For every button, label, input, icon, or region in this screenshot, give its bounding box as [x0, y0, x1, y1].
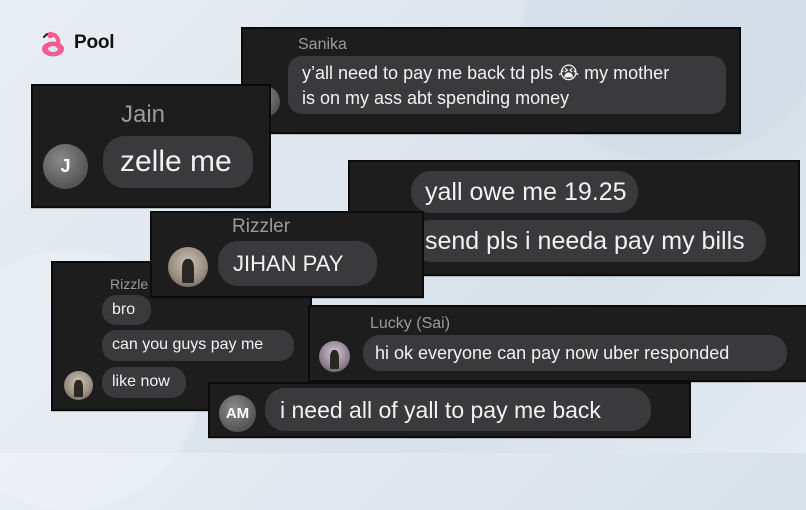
message-bubble[interactable]: bro: [102, 295, 151, 325]
message-text-line: is on my ass abt spending money: [302, 88, 570, 108]
message-bubble[interactable]: can you guys pay me: [102, 330, 294, 361]
message-bubble[interactable]: hi ok everyone can pay now uber responde…: [363, 335, 787, 371]
message-bubble[interactable]: y’all need to pay me back td pls 😭 my mo…: [288, 56, 726, 114]
flamingo-float-icon: [42, 31, 64, 57]
message-bubble[interactable]: i need all of yall to pay me back: [265, 388, 651, 431]
message-bubble[interactable]: like now: [102, 367, 186, 398]
avatar-initials: J: [60, 156, 71, 176]
chat-card-am: AM i need all of yall to pay me back: [208, 382, 691, 438]
message-text: yall owe me 19.25: [425, 178, 627, 206]
chat-card-lucky: Lucky (Sai) hi ok everyone can pay now u…: [308, 305, 806, 382]
message-bubble[interactable]: zelle me: [103, 136, 253, 188]
brand-name: Pool: [74, 32, 115, 53]
message-text: like now: [112, 373, 170, 390]
message-bubble[interactable]: JIHAN PAY: [218, 241, 377, 286]
message-text-line: y’all need to pay me back td pls 😭 my mo…: [302, 63, 670, 83]
avatar: [64, 371, 93, 400]
message-text: zelle me: [120, 145, 232, 178]
sender-name: Rizzle: [110, 276, 149, 292]
brand-logo[interactable]: Pool: [40, 28, 115, 58]
chat-card-rizzler: Rizzler JIHAN PAY: [150, 211, 424, 298]
avatar: [168, 247, 208, 287]
chat-card-sanika: Sanika S y’all need to pay me back td pl…: [241, 27, 741, 134]
message-text: bro: [112, 301, 136, 318]
message-text: send pls i needa pay my bills: [425, 227, 745, 255]
sender-name: Sanika: [298, 36, 347, 53]
avatar: J: [43, 144, 88, 189]
message-text: JIHAN PAY: [233, 251, 344, 276]
sender-name: Jain: [121, 101, 166, 128]
message-bubble[interactable]: yall owe me 19.25: [411, 171, 638, 213]
message-bubble[interactable]: send pls i needa pay my bills: [411, 220, 766, 262]
message-text: hi ok everyone can pay now uber responde…: [375, 343, 730, 363]
sender-name: Rizzler: [232, 216, 291, 237]
avatar-initials: AM: [225, 405, 250, 422]
avatar: [319, 341, 350, 372]
message-text: can you guys pay me: [112, 336, 264, 353]
avatar: AM: [219, 395, 256, 432]
sender-name: Lucky (Sai): [370, 315, 451, 332]
message-text: i need all of yall to pay me back: [280, 397, 601, 423]
chat-card-jain: Jain J zelle me: [31, 84, 271, 208]
